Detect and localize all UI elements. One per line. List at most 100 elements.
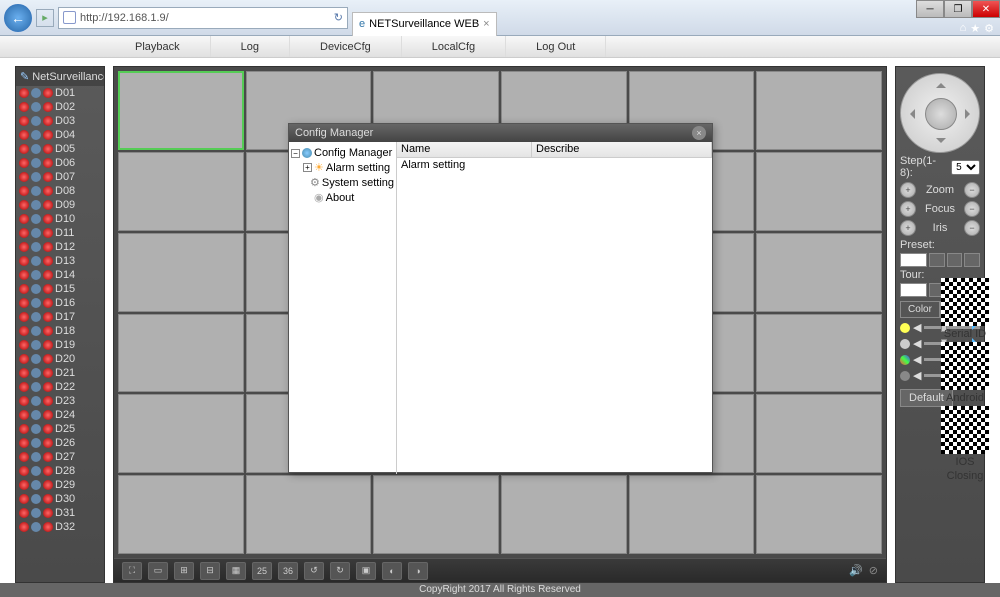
channel-item[interactable]: D19 — [16, 338, 104, 352]
video-cell[interactable] — [373, 475, 499, 554]
toolbar-button-6[interactable]: 36 — [278, 562, 298, 580]
arrow-left-icon[interactable]: ◀ — [913, 369, 921, 382]
ptz-down-icon[interactable] — [936, 138, 946, 148]
video-cell[interactable] — [756, 152, 882, 231]
channel-item[interactable]: D14 — [16, 268, 104, 282]
menu-logout[interactable]: Log Out — [506, 36, 606, 57]
video-cell[interactable] — [118, 394, 244, 473]
channel-item[interactable]: D30 — [16, 492, 104, 506]
refresh-icon[interactable]: ↻ — [334, 11, 343, 24]
arrow-left-icon[interactable]: ◀ — [913, 321, 921, 334]
video-cell[interactable] — [118, 314, 244, 393]
menu-playback[interactable]: Playback — [105, 36, 211, 57]
menu-log[interactable]: Log — [211, 36, 290, 57]
toolbar-button-4[interactable]: ▦ — [226, 562, 246, 580]
channel-item[interactable]: D13 — [16, 254, 104, 268]
video-cell[interactable] — [756, 233, 882, 312]
tree-system[interactable]: ⚙System setting — [303, 175, 394, 190]
volume-icon[interactable]: 🔊 — [849, 564, 863, 577]
forward-button[interactable]: ▸ — [36, 9, 54, 27]
collapse-icon[interactable]: − — [291, 149, 300, 158]
channel-item[interactable]: D31 — [16, 506, 104, 520]
ptz-center-button[interactable] — [925, 98, 957, 130]
channel-item[interactable]: D07 — [16, 170, 104, 184]
zoom-plus-button[interactable]: + — [900, 182, 916, 198]
list-row[interactable]: Alarm setting — [397, 158, 712, 172]
preset-input[interactable] — [900, 253, 927, 267]
channel-item[interactable]: D08 — [16, 184, 104, 198]
toolbar-button-1[interactable]: ▭ — [148, 562, 168, 580]
iris-minus-button[interactable]: − — [964, 220, 980, 236]
toolbar-button-7[interactable]: ↺ — [304, 562, 324, 580]
tab-close-icon[interactable]: × — [483, 18, 489, 30]
menu-localcfg[interactable]: LocalCfg — [402, 36, 506, 57]
back-button[interactable]: ← — [4, 4, 32, 32]
home-icon[interactable]: ⌂ — [960, 22, 967, 35]
focus-plus-button[interactable]: + — [900, 201, 916, 217]
tab-color[interactable]: Color — [900, 301, 940, 318]
column-name[interactable]: Name — [397, 142, 532, 157]
ptz-left-icon[interactable] — [905, 109, 915, 119]
video-cell[interactable] — [501, 475, 627, 554]
tree-alarm[interactable]: +☀Alarm setting — [303, 160, 394, 175]
dialog-titlebar[interactable]: Config Manager × — [289, 124, 712, 142]
tree-about[interactable]: ◉About — [303, 190, 394, 205]
channel-item[interactable]: D20 — [16, 352, 104, 366]
ptz-joystick[interactable] — [900, 73, 980, 153]
tree-root[interactable]: −Config Manager — [291, 146, 394, 160]
channel-item[interactable]: D32 — [16, 520, 104, 534]
channel-item[interactable]: D29 — [16, 478, 104, 492]
star-icon[interactable]: ★ — [970, 22, 980, 35]
toolbar-button-0[interactable]: ⛶ — [122, 562, 142, 580]
toolbar-button-3[interactable]: ⊟ — [200, 562, 220, 580]
browser-tab[interactable]: e NETSurveillance WEB × — [352, 12, 497, 36]
channel-item[interactable]: D24 — [16, 408, 104, 422]
preset-left-button[interactable] — [929, 253, 945, 267]
toolbar-button-11[interactable]: ◑ — [408, 562, 428, 580]
video-cell[interactable] — [118, 233, 244, 312]
channel-item[interactable]: D26 — [16, 436, 104, 450]
channel-item[interactable]: D25 — [16, 422, 104, 436]
column-describe[interactable]: Describe — [532, 142, 712, 157]
gear-icon[interactable]: ⚙ — [984, 22, 994, 35]
channel-item[interactable]: D12 — [16, 240, 104, 254]
toolbar-button-9[interactable]: ▣ — [356, 562, 376, 580]
channel-item[interactable]: D21 — [16, 366, 104, 380]
close-button[interactable]: ✕ — [972, 0, 1000, 18]
video-cell[interactable] — [756, 475, 882, 554]
video-cell[interactable] — [118, 71, 244, 150]
maximize-button[interactable]: ❐ — [944, 0, 972, 18]
channel-item[interactable]: D04 — [16, 128, 104, 142]
expand-icon[interactable]: + — [303, 163, 312, 172]
channel-item[interactable]: D18 — [16, 324, 104, 338]
toolbar-button-5[interactable]: 25 — [252, 562, 272, 580]
toolbar-button-10[interactable]: ◐ — [382, 562, 402, 580]
channel-item[interactable]: D03 — [16, 114, 104, 128]
channel-item[interactable]: D23 — [16, 394, 104, 408]
toolbar-button-2[interactable]: ⊞ — [174, 562, 194, 580]
arrow-left-icon[interactable]: ◀ — [913, 337, 921, 350]
preset-remove-button[interactable] — [964, 253, 980, 267]
zoom-minus-button[interactable]: − — [964, 182, 980, 198]
video-cell[interactable] — [756, 394, 882, 473]
channel-item[interactable]: D28 — [16, 464, 104, 478]
channel-item[interactable]: D01 — [16, 86, 104, 100]
tour-input[interactable] — [900, 283, 927, 297]
ptz-right-icon[interactable] — [965, 109, 975, 119]
channel-item[interactable]: D10 — [16, 212, 104, 226]
video-cell[interactable] — [246, 475, 372, 554]
channel-item[interactable]: D15 — [16, 282, 104, 296]
ptz-up-icon[interactable] — [936, 78, 946, 88]
channel-item[interactable]: D11 — [16, 226, 104, 240]
video-cell[interactable] — [629, 475, 755, 554]
video-cell[interactable] — [756, 314, 882, 393]
channel-item[interactable]: D02 — [16, 100, 104, 114]
url-bar[interactable]: ↻ — [58, 7, 348, 29]
video-cell[interactable] — [118, 475, 244, 554]
toolbar-button-8[interactable]: ↻ — [330, 562, 350, 580]
focus-minus-button[interactable]: − — [964, 201, 980, 217]
mute-icon[interactable]: ⊘ — [869, 564, 878, 577]
video-cell[interactable] — [118, 152, 244, 231]
menu-devicecfg[interactable]: DeviceCfg — [290, 36, 402, 57]
dialog-close-button[interactable]: × — [692, 126, 706, 140]
